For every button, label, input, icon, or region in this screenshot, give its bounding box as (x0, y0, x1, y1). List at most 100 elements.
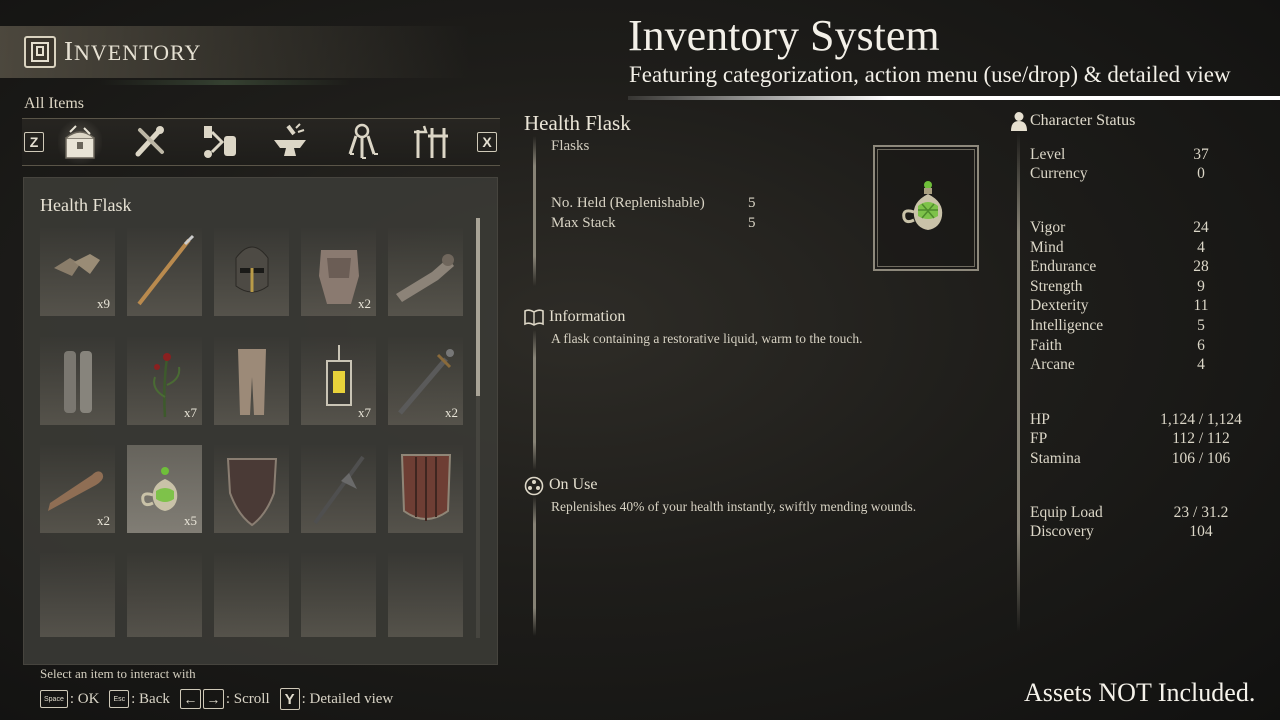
attribute-value: 9 (1197, 277, 1205, 295)
page-subtitle: Featuring categorization, action menu (u… (629, 62, 1231, 87)
inventory-slot[interactable] (301, 445, 376, 533)
tools-icon (135, 126, 164, 157)
esc-key[interactable]: Esc (109, 690, 130, 708)
discovery-label: Discovery (1030, 523, 1094, 540)
y-key[interactable]: Y (279, 688, 300, 710)
halberd-icon (313, 455, 365, 525)
status-divider (1017, 132, 1020, 632)
discovery-value: 104 (1189, 523, 1213, 540)
attribute-value: 28 (1193, 258, 1209, 276)
category-all-items-tab[interactable] (58, 120, 102, 164)
attribute-label: Endurance (1030, 258, 1097, 276)
stamina-label: Stamina (1030, 450, 1081, 467)
tower-shield-icon (400, 454, 452, 521)
slot-quantity: x7 (358, 405, 371, 420)
attribute-label: Dexterity (1030, 297, 1089, 315)
grid-hint-text: Select an item to interact with (40, 666, 196, 681)
right-arrow-key[interactable]: → (202, 689, 224, 709)
assets-notice: Assets NOT Included. (1024, 678, 1256, 707)
inventory-slot[interactable] (127, 228, 202, 316)
character-status-title: Character Status (1030, 112, 1136, 129)
information-heading: Information (549, 308, 626, 325)
fp-label: FP (1030, 430, 1048, 447)
inventory-slot-empty[interactable] (388, 553, 463, 637)
control-hints: Space : OK Esc : Back ← → : Scroll Y : D… (40, 688, 393, 710)
inventory-slot[interactable] (214, 445, 289, 533)
equip-load-label: Equip Load (1030, 504, 1103, 521)
held-value: 5 (748, 195, 756, 211)
attribute-value: 6 (1197, 336, 1205, 354)
next-category-key[interactable]: X (477, 132, 497, 152)
attribute-label: Intelligence (1030, 317, 1104, 334)
inventory-slot[interactable]: x2 (301, 228, 376, 316)
slot-quantity: x2 (358, 296, 371, 311)
slot-quantity: x5 (184, 513, 197, 528)
category-tools-tab[interactable] (128, 120, 172, 164)
on-use-text: Replenishes 40% of your health instantly… (551, 499, 917, 514)
slot-quantity: x2 (445, 405, 458, 420)
filter-label: All Items (24, 95, 84, 112)
spear-icon (137, 234, 195, 306)
attribute-label: Strength (1030, 277, 1083, 295)
category-weapons-tab[interactable] (410, 120, 454, 164)
ok-label: : OK (69, 690, 100, 707)
category-keys-tab[interactable] (340, 120, 384, 164)
max-stack-label: Max Stack (551, 215, 616, 231)
fp-value: 112 / 112 (1172, 430, 1230, 447)
category-crafting-tab[interactable] (198, 120, 242, 164)
attribute-value: 5 (1197, 317, 1205, 334)
slot-quantity: x2 (97, 513, 110, 528)
detail-item-category: Flasks (551, 138, 590, 154)
page-title: Inventory System (628, 11, 940, 60)
character-icon (1010, 111, 1028, 136)
inventory-slot[interactable] (214, 228, 289, 316)
attribute-label: Mind (1030, 238, 1064, 256)
inventory-slot[interactable]: x7 (301, 337, 376, 425)
prev-category-key[interactable]: Z (24, 132, 44, 152)
level-value: 37 (1193, 146, 1209, 163)
hovered-item-name: Health Flask (40, 195, 132, 215)
detail-item-name: Health Flask (524, 111, 631, 135)
on-use-heading: On Use (549, 476, 598, 493)
space-key[interactable]: Space (40, 690, 68, 708)
on-use-icon (524, 476, 544, 501)
currency-value: 0 (1197, 165, 1205, 182)
max-stack-value: 5 (748, 215, 756, 231)
leggings-icon (238, 349, 266, 415)
inventory-slot[interactable] (388, 228, 463, 316)
inventory-slot[interactable] (388, 445, 463, 533)
inventory-logo-icon (24, 36, 56, 68)
held-label: No. Held (Replenishable) (551, 195, 705, 211)
slot-quantity: x9 (97, 296, 110, 311)
inventory-slot-empty[interactable] (214, 553, 289, 637)
detail-divider-1 (533, 136, 536, 286)
keys-icon (348, 123, 378, 159)
scroll-label: : Scroll (225, 690, 270, 707)
header-glow-line (100, 80, 350, 85)
grid-scrollbar-thumb[interactable] (476, 218, 480, 396)
slot-quantity: x7 (184, 405, 197, 420)
inventory-slot[interactable]: x7 (127, 337, 202, 425)
attribute-label: Faith (1030, 336, 1062, 354)
level-label: Level (1030, 146, 1066, 163)
inventory-slot[interactable]: x9 (40, 228, 115, 316)
inventory-slot-empty[interactable] (301, 553, 376, 637)
greaves-icon (64, 351, 92, 413)
inventory-slot[interactable]: x5 (127, 445, 202, 533)
attribute-value: 11 (1193, 297, 1209, 315)
book-icon (524, 308, 544, 331)
inventory-slot[interactable]: x2 (388, 337, 463, 425)
inventory-slot-empty[interactable] (127, 553, 202, 637)
stamina-value: 106 / 106 (1171, 450, 1231, 467)
category-smithing-tab[interactable] (268, 120, 312, 164)
inventory-slot[interactable]: x2 (40, 445, 115, 533)
hp-value: 1,124 / 1,124 (1160, 411, 1242, 428)
attribute-label: Vigor (1030, 219, 1066, 236)
inventory-slot[interactable] (214, 337, 289, 425)
inventory-slot-empty[interactable] (40, 553, 115, 637)
detail-divider-2 (533, 330, 536, 470)
bracer-icon (396, 254, 454, 302)
left-arrow-key[interactable]: ← (179, 689, 201, 709)
inventory-slot[interactable] (40, 337, 115, 425)
attribute-label: Arcane (1030, 356, 1075, 374)
